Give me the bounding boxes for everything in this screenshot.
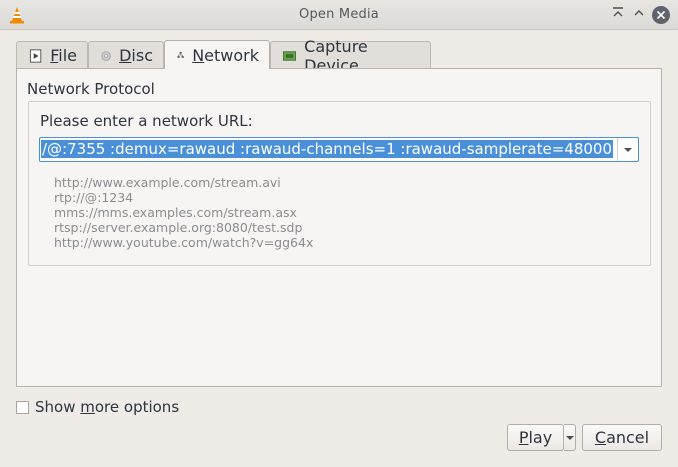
url-example: http://www.youtube.com/watch?v=gg64x [54,235,314,250]
disc-icon [101,50,111,61]
show-more-options-label: Show more options [35,398,180,416]
network-protocol-group: Please enter a network URL: /@:7355 :dem… [28,101,651,266]
cancel-button[interactable]: Cancel [582,424,662,451]
network-icon [177,51,184,58]
close-icon[interactable] [652,6,670,24]
play-button[interactable]: Play [507,424,564,451]
tab-disc[interactable]: Disc [88,41,164,69]
play-button-label-u: P [518,428,529,447]
window-title: Open Media [299,7,379,22]
tab-capture-device[interactable]: Capture Device [270,37,431,75]
play-options-dropdown-icon[interactable] [564,424,576,451]
url-example: mms://mms.examples.com/stream.asx [54,205,297,220]
url-examples: http://www.example.com/stream.avi rtp://… [54,175,313,250]
url-label: Please enter a network URL: [40,112,253,130]
tab-file-label: File [50,46,77,65]
url-example: rtp://@:1234 [54,190,134,205]
url-value: /@:7355 :demux=rawaud :rawaud-channels=1… [41,140,613,158]
tab-network-label: Network [192,45,259,65]
minimize-icon[interactable] [609,6,627,24]
file-icon [29,48,42,63]
network-panel: Network Protocol Please enter a network … [16,68,662,387]
tab-file[interactable]: File [16,41,88,69]
show-more-options-checkbox[interactable] [16,400,29,414]
tab-network[interactable]: Network [164,40,270,69]
show-more-options[interactable]: Show more options [16,398,179,416]
cancel-button-label-u: C [594,428,607,447]
network-protocol-title: Network Protocol [27,80,155,98]
url-example: rtsp://server.example.org:8080/test.sdp [54,220,303,235]
url-example: http://www.example.com/stream.avi [54,175,281,190]
url-combobox[interactable]: /@:7355 :demux=rawaud :rawaud-channels=1… [39,137,639,162]
title-bar: Open Media [0,0,678,30]
url-input[interactable]: /@:7355 :demux=rawaud :rawaud-channels=1… [41,139,616,160]
tab-disc-label: Disc [119,46,153,65]
capture-device-icon [283,50,297,61]
maximize-icon[interactable] [630,6,648,24]
url-dropdown-arrow-icon[interactable] [617,138,638,161]
cancel-button-label: ancel [606,428,650,447]
play-button-label: lay [528,428,553,447]
